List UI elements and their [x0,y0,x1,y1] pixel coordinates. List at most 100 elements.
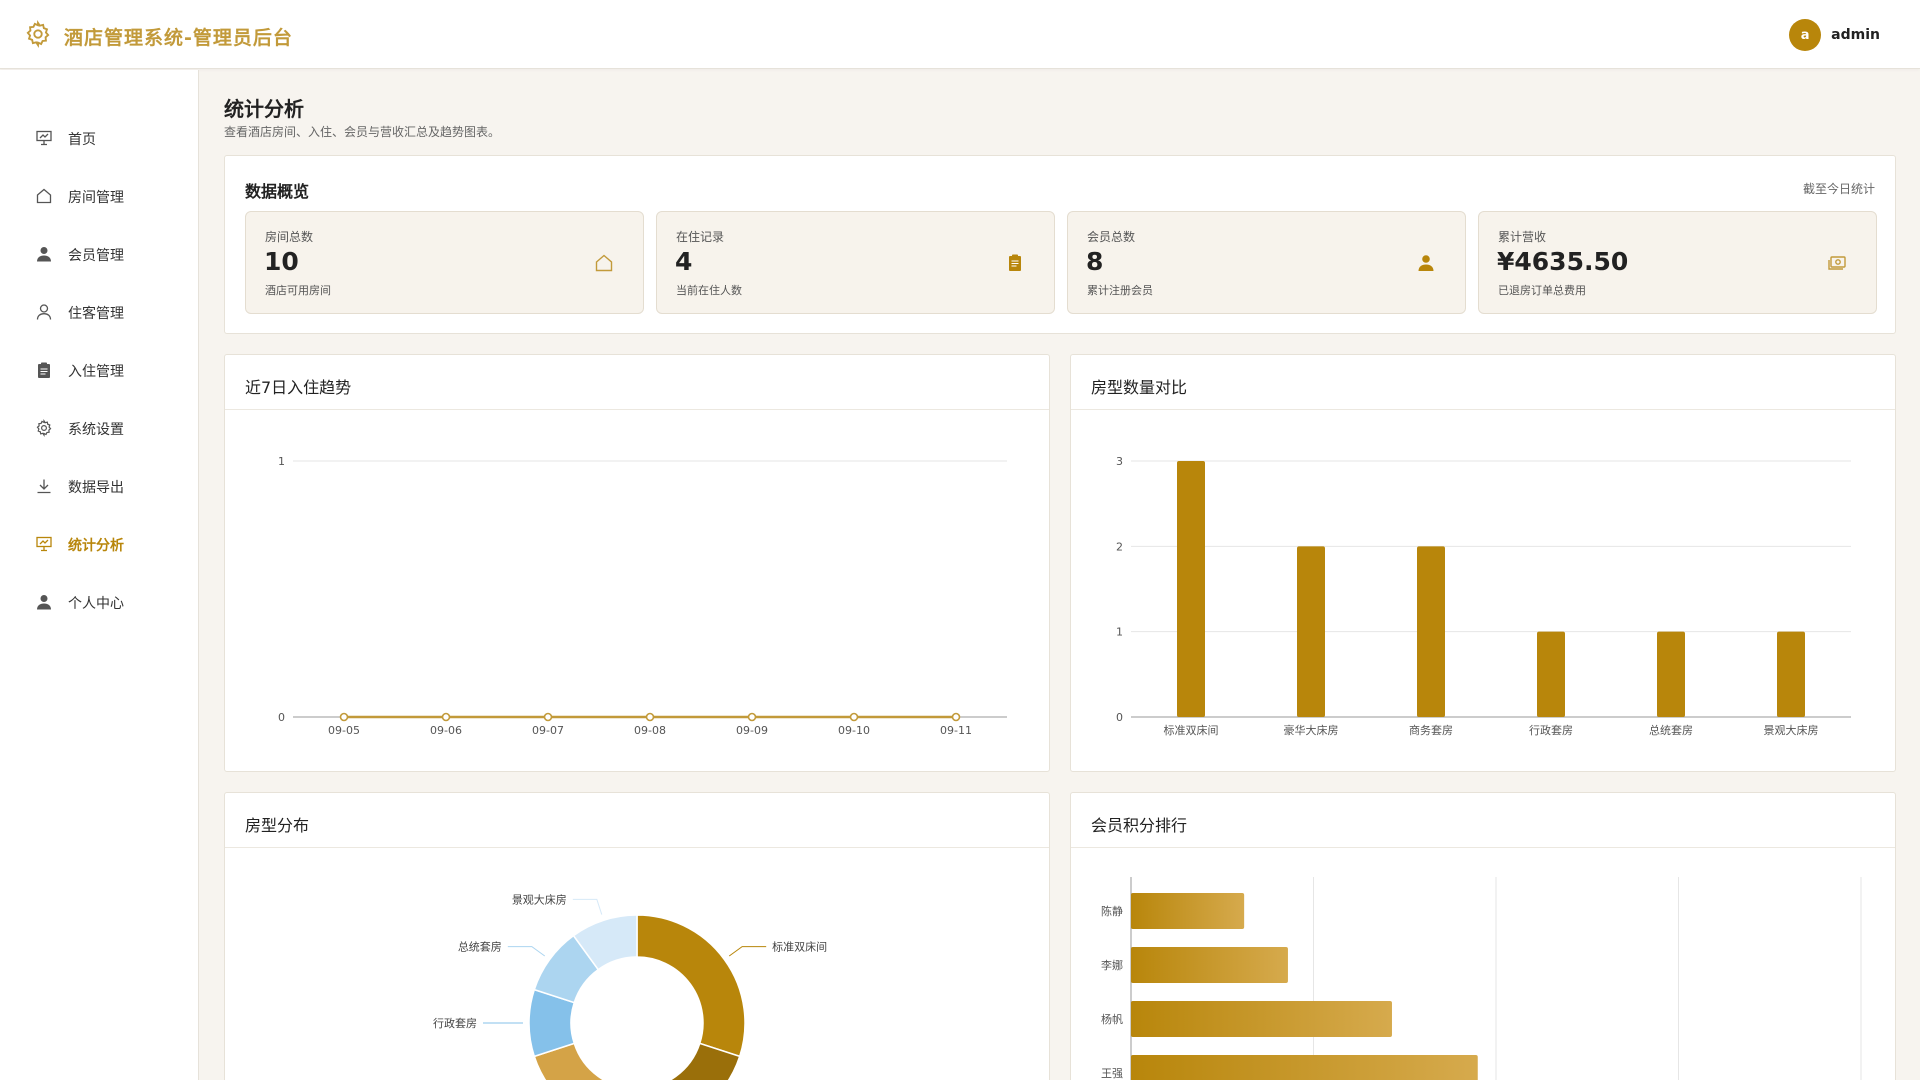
x-tick-label: 09-09 [736,724,768,737]
clipboard-icon [35,361,53,379]
sidebar-item-settings[interactable]: 系统设置 [0,406,199,450]
trend-panel: 近7日入住趋势 0 1 09-05 09-06 09-07 09-08 09-09 09-10… [224,354,1050,772]
bar [1537,631,1565,717]
money-icon [1826,252,1848,274]
panel-header: 房型分布 [225,793,1049,848]
x-tick-label: 09-05 [328,724,360,737]
clipboard-icon [1004,252,1026,274]
gear-icon [35,419,53,437]
y-tick-label: 0 [1116,711,1123,724]
sidebar-item-analytics[interactable]: 统计分析 [0,522,199,566]
sidebar-item-profile[interactable]: 个人中心 [0,580,199,624]
sidebar-item-label: 系统设置 [68,422,124,438]
panel-title: 会员积分排行 [1091,816,1188,835]
user-outline-icon [35,303,53,321]
slice-label: 总统套房 [458,940,502,954]
room-count-bar-chart: 0 1 2 3 标准双床间 豪华大床房 商务套房 行政套房 总统套房 景观大床房 [1116,455,1851,737]
bar [1131,1001,1392,1037]
label-leader-line [572,898,603,915]
pie-slice [636,914,746,1058]
stat-value: 4 [675,247,693,276]
panel-header: 会员积分排行 [1071,793,1895,848]
data-point [747,712,757,722]
overview-note: 截至今日统计 [1802,182,1875,196]
trend-line-chart: 0 1 09-05 09-06 09-07 09-08 09-09 09-10 09-11 [278,455,1007,737]
sidebar-item-members[interactable]: 会员管理 [0,232,199,276]
x-tick-label: 标准双床间 [1164,723,1219,737]
data-point [645,712,655,722]
label-leader-line [728,946,767,957]
bar [1131,893,1245,929]
user-menu[interactable]: a admin [1789,19,1880,51]
sidebar-item-label: 首页 [68,132,96,148]
sidebar: 首页 房间管理 会员管理 住客管理 入住管理 系统设置 数据导出 统计分析 个人… [0,70,199,1080]
x-tick-label: 09-08 [634,724,666,737]
bar [1297,546,1325,717]
label-leader-line [507,946,546,957]
app-title: 酒店管理系统-管理员后台 [64,26,293,49]
brand[interactable]: 酒店管理系统-管理员后台 [24,20,293,52]
panel-title: 房型分布 [245,816,310,835]
gear-icon [24,20,52,52]
stat-value: 8 [1086,247,1104,276]
sidebar-item-rooms[interactable]: 房间管理 [0,174,199,218]
stat-description: 当前在住人数 [676,284,742,297]
member-points-bar-chart: 陈静李娜杨帆王强 [1101,877,1862,1080]
sidebar-item-export[interactable]: 数据导出 [0,464,199,508]
y-tick-label: 杨帆 [1101,1012,1123,1026]
y-tick-label: 1 [1116,626,1123,639]
x-tick-label: 豪华大床房 [1284,723,1339,737]
stat-value: ¥4635.50 [1497,247,1629,276]
y-tick-label: 李娜 [1101,958,1123,972]
stat-description: 已退房订单总费用 [1498,284,1586,297]
page-subtitle: 查看酒店房间、入住、会员与营收汇总及趋势图表。 [224,125,501,139]
stat-card-checkins: 在住记录 4 当前在住人数 [656,211,1055,314]
bar [1177,461,1205,717]
distribution-panel: 房型分布 标准双床间 行政套房 总统套房 景观大床房 [224,792,1050,1080]
presentation-icon [35,535,53,553]
y-tick-label: 王强 [1101,1067,1123,1080]
download-icon [35,477,53,495]
stat-card-revenue: 累计营收 ¥4635.50 已退房订单总费用 [1478,211,1877,314]
sidebar-item-home[interactable]: 首页 [0,116,199,160]
overview-card: 数据概览 截至今日统计 房间总数 10 酒店可用房间 在住记录 4 当前在住人数… [224,155,1896,334]
data-point [441,712,451,722]
stat-label: 累计营收 [1498,230,1547,244]
bar [1777,631,1805,717]
sidebar-item-label: 住客管理 [68,306,124,322]
sidebar-item-label: 个人中心 [68,596,124,612]
stat-description: 累计注册会员 [1087,284,1153,297]
points-panel: 会员积分排行 陈静李娜杨帆王强 [1070,792,1896,1080]
home-icon [593,252,615,274]
panel-header: 房型数量对比 [1071,355,1895,410]
sidebar-item-label: 入住管理 [68,364,124,380]
data-point [339,712,349,722]
sidebar-item-label: 房间管理 [68,190,124,206]
avatar[interactable]: a [1789,19,1822,51]
stat-card-members: 会员总数 8 累计注册会员 [1067,211,1466,314]
user-filled-icon [1415,252,1437,274]
sidebar-item-label: 数据导出 [68,480,124,496]
panel-title: 近7日入住趋势 [245,378,352,397]
x-tick-label: 景观大床房 [1764,723,1819,737]
sidebar-item-checkin[interactable]: 入住管理 [0,348,199,392]
y-tick-label: 陈静 [1101,904,1123,918]
x-tick-label: 行政套房 [1529,723,1573,737]
presentation-icon [35,129,53,147]
room-distribution-donut-chart: 标准双床间行政套房 总统套房 景观大床房 [433,892,827,1080]
data-point [849,712,859,722]
sidebar-item-guests[interactable]: 住客管理 [0,290,199,334]
sidebar-item-label: 会员管理 [68,248,124,264]
x-tick-label: 09-06 [430,724,462,737]
room-count-panel: 房型数量对比 0 1 2 3 标准双床间 豪华大床房 商务套房 行政套房 总统套房 景观大床房 [1070,354,1896,772]
bar [1131,947,1288,983]
overview-title: 数据概览 [245,182,310,201]
stat-card-rooms: 房间总数 10 酒店可用房间 [245,211,644,314]
stat-description: 酒店可用房间 [265,284,331,297]
stat-label: 在住记录 [676,230,725,244]
slice-label: 标准双床间 [772,940,827,954]
data-point [543,712,553,722]
user-filled-icon [35,245,53,263]
user-name[interactable]: admin [1831,27,1880,43]
y-tick-label: 0 [278,711,285,724]
